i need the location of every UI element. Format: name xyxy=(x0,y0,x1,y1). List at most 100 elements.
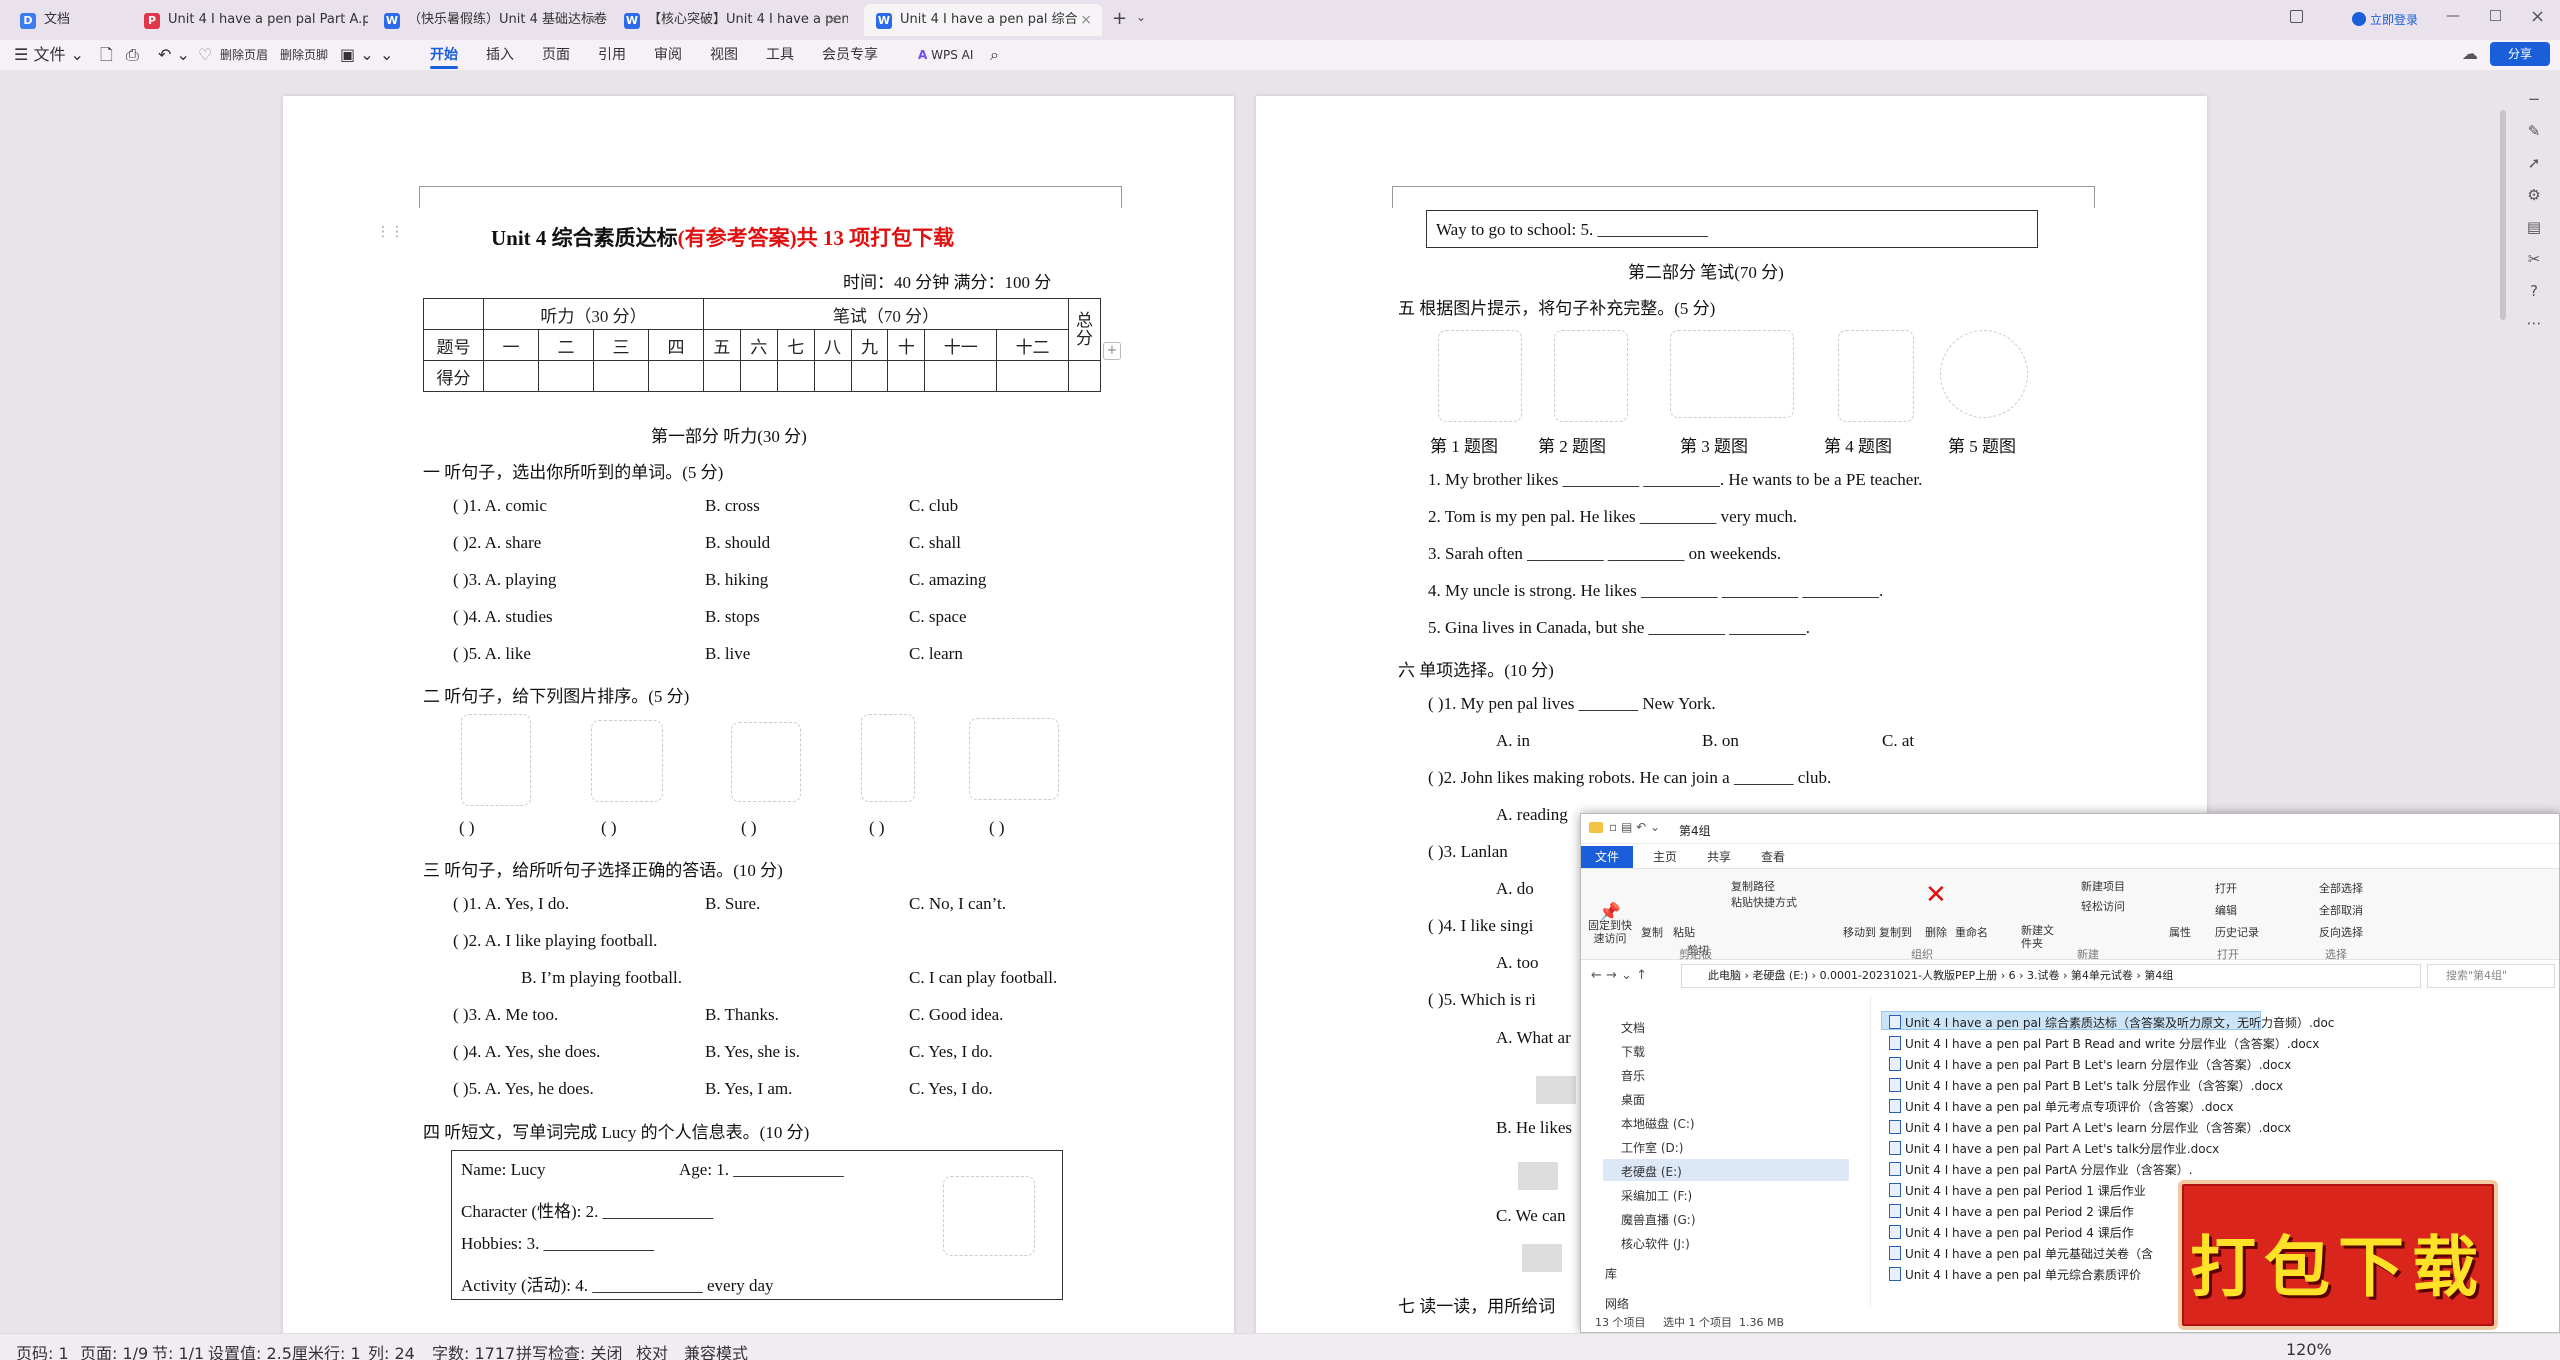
rename-button[interactable]: 重命名 xyxy=(1955,924,1988,940)
easy-access-button[interactable]: 轻松访问 xyxy=(2081,898,2125,914)
file-item[interactable]: Unit 4 I have a pen pal Period 2 课后作 xyxy=(1889,1203,2134,1220)
minus-icon[interactable]: − xyxy=(2525,90,2543,108)
copy-path-button[interactable]: 复制路径 xyxy=(1731,878,1775,894)
new-item-button[interactable]: 新建项目 xyxy=(2081,878,2125,894)
print-icon[interactable]: ⎙ xyxy=(126,45,139,65)
cursor-icon[interactable]: ➚ xyxy=(2525,154,2543,172)
file-item[interactable]: Unit 4 I have a pen pal Period 1 课后作业 xyxy=(1889,1182,2146,1199)
status-word-count[interactable]: 字数: 1717 xyxy=(432,1340,515,1360)
open-button[interactable]: 打开 xyxy=(2215,880,2237,896)
nav-drive-e[interactable]: 老硬盘 (E:) xyxy=(1621,1163,1682,1180)
select-none-button[interactable]: 全部取消 xyxy=(2319,902,2363,918)
close-window-icon[interactable]: × xyxy=(2530,6,2545,27)
format-icon[interactable]: ▣ ⌄ xyxy=(340,45,374,65)
file-item[interactable]: Unit 4 I have a pen pal Part B Read and … xyxy=(1889,1035,2319,1052)
file-menu[interactable]: ☰ 文件 ⌄ xyxy=(14,45,84,65)
nav-library[interactable]: 库 xyxy=(1605,1265,1617,1282)
file-item[interactable]: Unit 4 I have a pen pal Part B Let's lea… xyxy=(1889,1056,2291,1073)
nav-drive-j[interactable]: 核心软件 (J:) xyxy=(1621,1235,1690,1252)
help-icon[interactable]: ? xyxy=(2525,282,2543,300)
nav-network[interactable]: 网络 xyxy=(1605,1295,1629,1312)
file-item[interactable]: Unit 4 I have a pen pal 单元基础过关卷（含 xyxy=(1889,1245,2153,1262)
more-icon[interactable]: ⌄ xyxy=(380,45,393,65)
file-item[interactable]: Unit 4 I have a pen pal Period 4 课后作 xyxy=(1889,1224,2134,1241)
pin-button[interactable]: 📌 固定到快速访问 xyxy=(1587,904,1633,946)
status-pages[interactable]: 页面: 1/9 xyxy=(80,1340,148,1360)
nav-drive-g[interactable]: 魔兽直播 (G:) xyxy=(1621,1211,1696,1228)
move-to-button[interactable]: 移动到 xyxy=(1843,924,1876,940)
invert-selection-button[interactable]: 反向选择 xyxy=(2319,924,2363,940)
search-box[interactable]: 搜索"第4组" xyxy=(2427,964,2555,988)
pen-icon[interactable]: ✎ xyxy=(2525,122,2543,140)
address-bar[interactable]: 此电脑 › 老硬盘 (E:) › 0.0001-20231021-人教版PEP上… xyxy=(1681,964,2421,988)
chevron-down-icon[interactable]: ⌄ xyxy=(1136,10,1146,24)
menu-page[interactable]: 页面 xyxy=(542,45,570,65)
nav-music[interactable]: 音乐 xyxy=(1621,1067,1645,1084)
properties-button[interactable]: 属性 xyxy=(2169,924,2191,940)
settings-icon[interactable]: ⚙ xyxy=(2525,186,2543,204)
nav-drive-c[interactable]: 本地磁盘 (C:) xyxy=(1621,1115,1695,1132)
file-item[interactable]: Unit 4 I have a pen pal 单元考点专项评价（含答案）.do… xyxy=(1889,1098,2233,1115)
file-item[interactable]: Unit 4 I have a pen pal Part A Let's lea… xyxy=(1889,1119,2291,1136)
history-button[interactable]: 历史记录 xyxy=(2215,924,2259,940)
tools-icon[interactable]: ✂ xyxy=(2525,250,2543,268)
close-icon[interactable]: × xyxy=(586,4,598,36)
nav-documents[interactable]: 文档 xyxy=(1621,1019,1645,1036)
edit-button[interactable]: 编辑 xyxy=(2215,902,2237,918)
paste-button[interactable]: 粘贴 xyxy=(1673,924,1695,940)
file-item[interactable]: Unit 4 I have a pen pal PartA 分层作业（含答案）. xyxy=(1889,1161,2193,1178)
search-icon[interactable]: ⌕ xyxy=(990,45,999,65)
delete-button[interactable]: 删除 xyxy=(1925,924,1947,940)
tab-doc-active[interactable]: W Unit 4 I have a pen pal 综合 × xyxy=(864,4,1102,36)
menu-insert[interactable]: 插入 xyxy=(486,45,514,65)
share-button[interactable]: 分享 xyxy=(2490,42,2550,66)
nav-downloads[interactable]: 下载 xyxy=(1621,1043,1645,1060)
download-badge[interactable]: 打包下载 xyxy=(2178,1180,2498,1330)
quick-access-icons[interactable]: ▫ ▤ ↶ ⌄ xyxy=(1609,820,1660,834)
delete-icon[interactable]: ✕ xyxy=(1925,880,1947,910)
layout-icon[interactable] xyxy=(2290,10,2303,23)
new-folder-button[interactable]: 新建文件夹 xyxy=(2021,924,2057,950)
shield-icon[interactable]: ▤ xyxy=(2525,218,2543,236)
menu-references[interactable]: 引用 xyxy=(598,45,626,65)
menu-tools[interactable]: 工具 xyxy=(766,45,794,65)
status-proofread[interactable]: 校对 xyxy=(636,1340,668,1360)
zoom-level[interactable]: 120% xyxy=(2286,1340,2332,1359)
close-icon[interactable]: × xyxy=(826,4,838,36)
close-icon[interactable]: × xyxy=(1080,4,1092,36)
ribbon-tab-view[interactable]: 查看 xyxy=(1761,846,1785,868)
tab-pdf[interactable]: P Unit 4 I have a pen pal Part A.pdf xyxy=(132,4,368,36)
delete-footer-button[interactable]: 删除页脚 xyxy=(280,45,328,65)
tab-doc-3[interactable]: W 【核心突破】Unit 4 I have a pen × xyxy=(612,4,848,36)
copy-button[interactable]: 复制 xyxy=(1641,924,1663,940)
undo-icon[interactable]: ↶ ⌄ xyxy=(158,45,190,65)
menu-home[interactable]: 开始 xyxy=(430,45,458,65)
new-tab-icon[interactable]: + xyxy=(1112,8,1127,29)
cloud-icon[interactable]: ☁ xyxy=(2462,44,2478,63)
minimize-icon[interactable]: — xyxy=(2446,8,2460,24)
nav-drive-d[interactable]: 工作室 (D:) xyxy=(1621,1139,1683,1156)
ribbon-tab-home[interactable]: 主页 xyxy=(1653,846,1677,868)
file-item[interactable]: Unit 4 I have a pen pal 综合素质达标（含答案及听力原文，… xyxy=(1889,1014,2334,1031)
save-icon[interactable]: 🗋 xyxy=(100,45,113,65)
nav-arrows[interactable]: ← → ⌄ ↑ xyxy=(1591,968,1647,983)
restore-icon[interactable] xyxy=(2490,10,2501,21)
more-icon[interactable]: ⋯ xyxy=(2525,314,2543,332)
menu-view[interactable]: 视图 xyxy=(710,45,738,65)
file-item[interactable]: Unit 4 I have a pen pal Part B Let's tal… xyxy=(1889,1077,2283,1094)
nav-desktop[interactable]: 桌面 xyxy=(1621,1091,1645,1108)
status-spell-check[interactable]: 拼写检查: 关闭 xyxy=(516,1340,622,1360)
menu-review[interactable]: 审阅 xyxy=(654,45,682,65)
wps-ai-button[interactable]: A WPS AI xyxy=(918,45,973,65)
copy-to-button[interactable]: 复制到 xyxy=(1879,924,1912,940)
select-all-button[interactable]: 全部选择 xyxy=(2319,880,2363,896)
login-button[interactable]: 立即登录 xyxy=(2352,11,2418,28)
menu-member[interactable]: 会员专享 xyxy=(822,45,878,65)
ribbon-tab-file[interactable]: 文件 xyxy=(1581,846,1633,868)
delete-header-button[interactable]: 删除页眉 xyxy=(220,45,268,65)
add-column-icon[interactable]: + xyxy=(1103,342,1121,360)
file-item[interactable]: Unit 4 I have a pen pal 单元综合素质评价 xyxy=(1889,1266,2141,1283)
heart-icon[interactable]: ♡ xyxy=(198,45,212,65)
ribbon-tab-share[interactable]: 共享 xyxy=(1707,846,1731,868)
nav-drive-f[interactable]: 采编加工 (F:) xyxy=(1621,1187,1692,1204)
